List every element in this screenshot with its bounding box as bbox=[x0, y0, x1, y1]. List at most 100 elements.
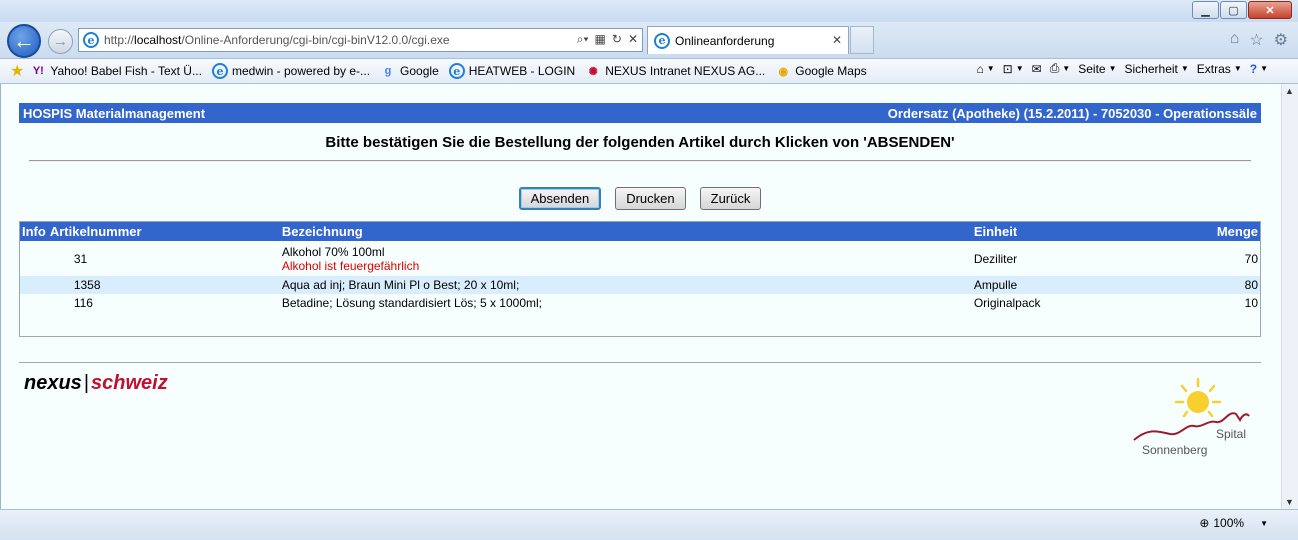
page-title: Bitte bestätigen Sie die Bestellung der … bbox=[325, 134, 955, 151]
forward-arrow-icon[interactable]: → bbox=[48, 29, 73, 54]
description-cell: Betadine; Lösung standardisiert Lös; 5 x… bbox=[281, 296, 542, 310]
maps-icon: ◉ bbox=[778, 65, 789, 78]
zoom-control[interactable]: ⊕ 100% ▼ bbox=[1199, 516, 1268, 530]
gear-icon[interactable]: ⚙ bbox=[1274, 30, 1288, 50]
order-info: Ordersatz (Apotheke) (15.2.2011) - 70520… bbox=[887, 105, 1257, 121]
favorite-nexus-intranet[interactable]: ✺ NEXUS Intranet NEXUS AG... bbox=[585, 63, 766, 79]
favorites-star-icon[interactable]: ☆ bbox=[1249, 30, 1263, 50]
zoom-icon: ⊕ bbox=[1199, 516, 1210, 530]
favorite-google-maps[interactable]: ◉ Google Maps bbox=[775, 63, 866, 79]
scroll-down-icon[interactable]: ▼ bbox=[1285, 497, 1294, 507]
status-bar: ⊕ 100% ▼ bbox=[0, 509, 1298, 540]
info-cell bbox=[20, 276, 48, 294]
sun-icon bbox=[1174, 377, 1222, 418]
home-icon: ⌂ bbox=[976, 61, 984, 76]
minimize-button[interactable]: ▁ bbox=[1192, 1, 1219, 19]
send-button[interactable]: Absenden bbox=[518, 187, 602, 210]
close-tab-icon[interactable]: ✕ bbox=[832, 33, 842, 47]
window-controls: ▁ ▢ ✕ bbox=[1191, 1, 1292, 19]
printer-icon: ⎙ bbox=[1049, 61, 1060, 75]
search-icon[interactable]: ⌕▾ bbox=[577, 32, 589, 47]
unit-cell: Ampulle bbox=[971, 276, 1182, 294]
print-menu[interactable]: ⎙ ▼ bbox=[1050, 61, 1071, 76]
favorite-heatweb[interactable]: e HEATWEB - LOGIN bbox=[448, 63, 575, 79]
vertical-scrollbar[interactable]: ▲ ▼ bbox=[1281, 84, 1298, 509]
browser-tools: ⌂ ☆ ⚙ bbox=[1230, 30, 1288, 50]
window-titlebar: ▁ ▢ ✕ bbox=[0, 0, 1298, 24]
google-icon: g bbox=[384, 65, 392, 77]
warning-text: Alkohol ist feuergefährlich bbox=[281, 258, 420, 273]
mail-icon: ✉ bbox=[1031, 61, 1042, 76]
table-row: 31 Alkohol 70% 100ml Alkohol ist feuerge… bbox=[20, 241, 1260, 276]
help-menu[interactable]: ? ▼ bbox=[1250, 62, 1268, 76]
column-header-article-number: Artikelnummer bbox=[47, 222, 280, 241]
yahoo-icon: Y! bbox=[32, 65, 44, 77]
print-button[interactable]: Drucken bbox=[615, 187, 686, 210]
command-bar: ⌂ ▼ ⊡ ▼ ✉ ⎙ ▼ Seite ▼ Sicherheit ▼ Extras ▼ ? ▼ bbox=[976, 61, 1268, 76]
info-cell bbox=[20, 241, 48, 276]
maximize-button[interactable]: ▢ bbox=[1220, 1, 1247, 19]
compat-view-icon[interactable]: ▦ bbox=[595, 32, 606, 47]
column-header-quantity: Menge bbox=[1181, 222, 1260, 241]
help-icon: ? bbox=[1249, 61, 1258, 76]
favorite-medwin[interactable]: e medwin - powered by e-... bbox=[211, 63, 370, 79]
app-header-bar: HOSPIS Materialmanagement Ordersatz (Apo… bbox=[19, 103, 1261, 123]
nexus-schweiz-logo: nexus | schweiz bbox=[24, 372, 168, 394]
info-cell bbox=[20, 294, 48, 312]
article-number-cell: 116 bbox=[73, 296, 93, 310]
stop-icon[interactable]: ✕ bbox=[628, 32, 638, 47]
url-text: http://localhost/Online-Anforderung/cgi-… bbox=[104, 33, 450, 47]
tab-label: Onlineanforderung bbox=[675, 33, 775, 48]
nexus-icon: ✺ bbox=[588, 65, 598, 78]
description-text: Alkohol 70% 100ml bbox=[281, 244, 385, 259]
article-number-cell: 1358 bbox=[47, 276, 280, 294]
table-row: 116 Betadine; Lösung standardisiert Lös;… bbox=[20, 294, 1260, 312]
ie-page-icon: e bbox=[654, 32, 670, 49]
home-icon[interactable]: ⌂ bbox=[1230, 30, 1240, 50]
extras-menu[interactable]: Extras ▼ bbox=[1197, 62, 1242, 76]
refresh-icon[interactable]: ↻ bbox=[612, 32, 622, 47]
unit-cell: Deziliter bbox=[973, 251, 1018, 266]
page-menu[interactable]: Seite ▼ bbox=[1078, 62, 1116, 76]
spital-text: Spital bbox=[1216, 427, 1246, 441]
quantity-cell: 70 bbox=[1244, 251, 1258, 266]
app-title: HOSPIS Materialmanagement bbox=[23, 105, 206, 121]
navigation-bar: ← → e http://localhost/Online-Anforderun… bbox=[0, 22, 1298, 58]
column-header-info: Info bbox=[20, 222, 48, 241]
address-actions: ⌕▾ ▦ ↻ ✕ bbox=[577, 32, 638, 47]
spital-sonnenberg-logo: Spital Sonnenberg bbox=[1133, 377, 1250, 457]
quantity-cell: 80 bbox=[1181, 276, 1260, 294]
divider bbox=[19, 362, 1261, 363]
safety-menu[interactable]: Sicherheit ▼ bbox=[1125, 62, 1189, 76]
column-header-unit: Einheit bbox=[971, 222, 1182, 241]
action-buttons: Absenden Drucken Zurück bbox=[0, 187, 1280, 210]
article-number-cell: 31 bbox=[73, 251, 88, 266]
new-tab-button[interactable] bbox=[850, 26, 874, 54]
feeds-menu[interactable]: ⊡ ▼ bbox=[1003, 62, 1024, 76]
order-table: Info Artikelnummer Bezeichnung Einheit M… bbox=[19, 221, 1261, 337]
mail-menu[interactable]: ✉ bbox=[1032, 62, 1042, 76]
ie-page-icon: e bbox=[83, 32, 99, 48]
favorite-yahoo[interactable]: Y! Yahoo! Babel Fish - Text Ü... bbox=[30, 63, 202, 79]
ie-page-icon: e bbox=[448, 63, 465, 79]
rss-icon: ⊡ bbox=[1002, 61, 1013, 76]
divider bbox=[29, 160, 1251, 162]
zoom-level: 100% bbox=[1213, 516, 1245, 530]
table-header-row: Info Artikelnummer Bezeichnung Einheit M… bbox=[20, 222, 1260, 241]
description-cell: Alkohol 70% 100ml Alkohol ist feuergefäh… bbox=[280, 241, 972, 276]
table-row: 1358 Aqua ad inj; Braun Mini Pl o Best; … bbox=[20, 276, 1260, 294]
scroll-up-icon[interactable]: ▲ bbox=[1285, 86, 1294, 96]
favorites-star-icon[interactable]: ★ bbox=[10, 61, 24, 81]
back-button[interactable]: Zurück bbox=[699, 187, 762, 210]
zoom-dropdown-icon[interactable]: ▼ bbox=[1260, 519, 1268, 528]
back-arrow-icon[interactable]: ← bbox=[7, 24, 41, 58]
tab-onlineanforderung[interactable]: e Onlineanforderung ✕ bbox=[647, 26, 849, 54]
close-window-button[interactable]: ✕ bbox=[1248, 1, 1292, 19]
unit-cell: Originalpack bbox=[973, 296, 1041, 310]
description-cell: Aqua ad inj; Braun Mini Pl o Best; 20 x … bbox=[279, 276, 972, 294]
favorite-google[interactable]: g Google bbox=[380, 63, 439, 79]
home-menu[interactable]: ⌂ ▼ bbox=[976, 62, 994, 76]
column-header-description: Bezeichnung bbox=[279, 222, 972, 241]
ie-page-icon: e bbox=[211, 63, 228, 79]
address-bar[interactable]: e http://localhost/Online-Anforderung/cg… bbox=[78, 28, 643, 52]
